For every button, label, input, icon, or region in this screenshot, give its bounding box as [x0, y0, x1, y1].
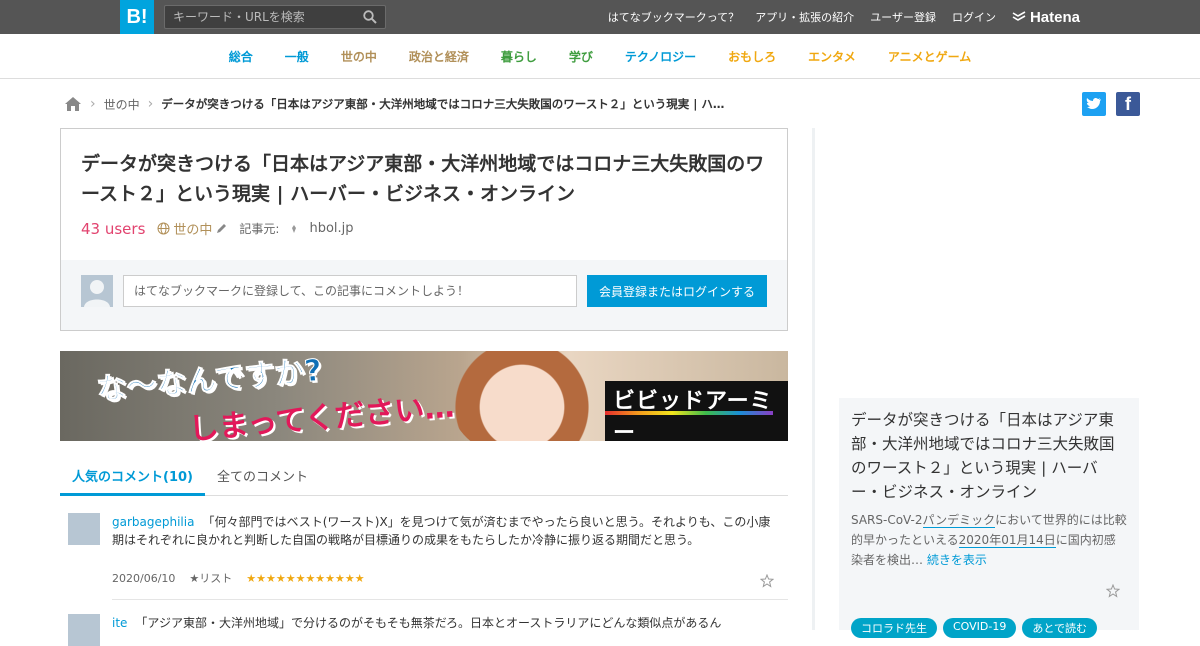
column-divider — [812, 128, 815, 630]
chevron-right-icon: › — [90, 96, 96, 112]
category-link[interactable]: 政治と経済 — [393, 48, 485, 65]
comment-item: garbagephilia 「何々部門ではベスト(ワースト)X」を見つけて気が済む… — [68, 513, 788, 599]
user-avatar[interactable] — [68, 614, 100, 646]
banner-character — [450, 351, 610, 441]
category-link[interactable]: 一般 — [269, 48, 325, 65]
star-rating[interactable]: ★★★★★★★★★★★★ — [246, 572, 364, 585]
hatena-brand: Hatena — [1029, 8, 1080, 26]
tag[interactable]: COVID-19 — [943, 618, 1017, 638]
login-link[interactable]: ログイン — [952, 9, 996, 25]
category-link[interactable]: 学び — [553, 48, 609, 65]
ad-banner[interactable]: な〜なんですか? しまってください… ビビッドアーミー — [60, 351, 788, 441]
pencil-icon[interactable] — [215, 223, 227, 235]
comment-body: garbagephilia 「何々部門ではベスト(ワースト)X」を見つけて気が済む… — [112, 513, 772, 549]
tag-list: コロラド先生 COVID-19 あとで読む — [851, 618, 1098, 638]
search-icon[interactable] — [363, 10, 377, 24]
add-star-icon[interactable] — [760, 574, 774, 588]
favicon-icon — [292, 224, 297, 233]
guest-avatar — [81, 275, 113, 307]
entry-category[interactable]: 世の中 — [157, 219, 227, 238]
entry-category-label: 世の中 — [173, 223, 213, 238]
read-more-link[interactable]: 続きを表示 — [927, 553, 987, 567]
top-bar: B! はてなブックマークって？ アプリ・拡張の紹介 ユーザー登録 ログイン Ha… — [0, 0, 1200, 34]
category-link[interactable]: アニメとゲーム — [872, 48, 987, 65]
hatena-mark-icon — [1012, 11, 1026, 21]
add-star-icon[interactable] — [1106, 584, 1120, 598]
comment-footer: 2020/06/10 ★リスト ★★★★★★★★★★★★ — [112, 570, 365, 586]
comment-username[interactable]: garbagephilia — [112, 515, 194, 529]
tag[interactable]: あとで読む — [1022, 618, 1098, 638]
category-nav: 総合 一般 世の中 政治と経済 暮らし 学び テクノロジー おもしろ エンタメ アニメとゲーム — [0, 34, 1200, 79]
globe-icon — [157, 222, 170, 235]
entry-summary-card: データが突きつける「日本はアジア東部・大洋州地域ではコロナ三大失敗国のワースト２… — [839, 398, 1139, 638]
chevron-right-icon: › — [147, 96, 154, 112]
home-icon[interactable] — [64, 96, 82, 112]
summary-title[interactable]: データが突きつける「日本はアジア東部・大洋州地域ではコロナ三大失敗国のワースト２… — [851, 408, 1127, 504]
entry-title[interactable]: データが突きつける「日本はアジア東部・大洋州地域ではコロナ三大失敗国のワースト２… — [81, 149, 771, 209]
entry-meta: 43 users 世の中 記事元: hbol.jp — [81, 219, 354, 239]
comment-input[interactable]: はてなブックマークに登録して、この記事にコメントしよう！ — [123, 275, 577, 307]
about-link[interactable]: はてなブックマークって？ — [608, 9, 739, 25]
comment-date[interactable]: 2020/06/10 — [112, 572, 175, 585]
apps-link[interactable]: アプリ・拡張の紹介 — [755, 9, 854, 25]
category-link[interactable]: おもしろ — [712, 48, 792, 65]
twitter-icon — [1086, 97, 1101, 109]
keyword-link[interactable]: パンデミック — [922, 513, 996, 528]
breadcrumb: › 世の中 › データが突きつける「日本はアジア東部・大洋州地域ではコロナ三大失… — [64, 94, 764, 114]
source-label: 記事元: — [239, 222, 280, 236]
category-link[interactable]: 総合 — [213, 48, 269, 65]
summary-description: SARS-CoV-2パンデミックにおいて世界的には比較的早かったといえる2020… — [851, 510, 1127, 570]
search-input[interactable] — [165, 6, 355, 28]
users-count[interactable]: 43 users — [81, 220, 145, 238]
category-link[interactable]: 暮らし — [485, 48, 553, 65]
breadcrumb-category[interactable]: 世の中 — [104, 96, 140, 113]
category-link[interactable]: エンタメ — [792, 48, 872, 65]
facebook-share-button[interactable]: f — [1116, 92, 1140, 116]
category-link[interactable]: 世の中 — [325, 48, 393, 65]
signup-link[interactable]: ユーザー登録 — [870, 9, 936, 25]
comment-text: 「何々部門ではベスト(ワースト)X」を見つけて気が済むまでやったら良いと思う。そ… — [112, 515, 771, 547]
tab-all-comments[interactable]: 全てのコメント — [205, 462, 320, 496]
entry-box: データが突きつける「日本はアジア東部・大洋州地域ではコロナ三大失敗国のワースト２… — [60, 128, 788, 331]
comment-body: ite 「アジア東部・大洋州地域」で分けるのがそもそも無茶だろ。日本とオーストラリ… — [112, 614, 772, 632]
top-links: はてなブックマークって？ アプリ・拡張の紹介 ユーザー登録 ログイン Haten… — [608, 0, 1080, 34]
comment-item: ite 「アジア東部・大洋州地域」で分けるのがそもそも無茶だろ。日本とオーストラリ… — [68, 614, 788, 646]
category-link[interactable]: テクノロジー — [609, 48, 712, 65]
twitter-share-button[interactable] — [1082, 92, 1106, 116]
user-avatar[interactable] — [68, 513, 100, 545]
keyword-link[interactable]: 2020年01月14日 — [958, 533, 1056, 548]
desc-text: SARS-CoV-2 — [851, 513, 923, 527]
breadcrumb-current: データが突きつける「日本はアジア東部・大洋州地域ではコロナ三大失敗国のワースト２… — [161, 97, 725, 111]
comment-divider — [112, 599, 788, 600]
user-icon — [84, 280, 110, 307]
hatena-bookmark-logo[interactable]: B! — [120, 0, 154, 34]
search-box[interactable] — [164, 5, 386, 29]
comment-username[interactable]: ite — [112, 616, 127, 630]
comment-form: はてなブックマークに登録して、この記事にコメントしよう！ 会員登録またはログイン… — [61, 260, 787, 330]
tag[interactable]: コロラド先生 — [851, 618, 937, 638]
source-domain[interactable]: hbol.jp — [309, 221, 353, 236]
signup-login-button[interactable]: 会員登録またはログインする — [587, 275, 767, 307]
comment-text: 「アジア東部・大洋州地域」で分けるのがそもそも無茶だろ。日本とオーストラリアにど… — [135, 616, 722, 630]
banner-stripe — [605, 411, 773, 415]
comment-tabs: 人気のコメント(10) 全てのコメント — [60, 462, 788, 496]
tab-popular-comments[interactable]: 人気のコメント(10) — [60, 462, 205, 496]
hatena-logo[interactable]: Hatena — [1012, 9, 1080, 26]
add-to-list[interactable]: ★リスト — [189, 570, 232, 586]
